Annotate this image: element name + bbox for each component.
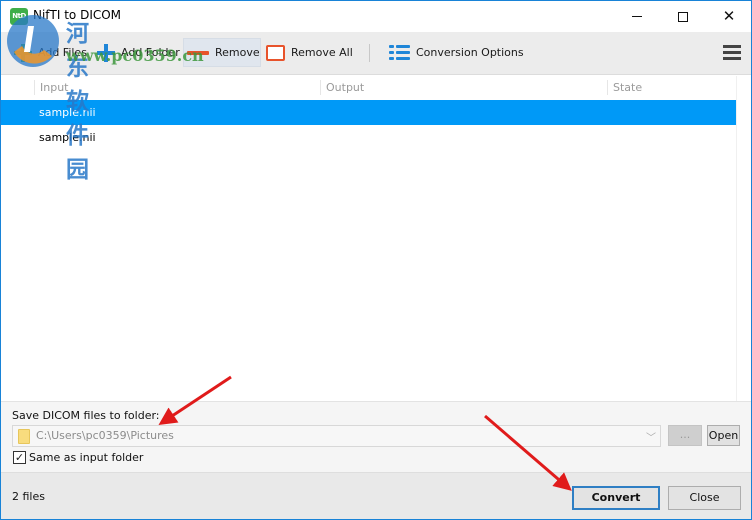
file-list-row[interactable]: sample.nii (1, 100, 736, 125)
maximize-icon (678, 11, 688, 22)
minus-red-icon (187, 50, 209, 55)
browse-button[interactable]: ... (668, 425, 702, 446)
open-folder-button[interactable]: Open (707, 425, 740, 446)
hamburger-menu-icon[interactable] (723, 45, 741, 61)
close-button[interactable]: Close (668, 486, 741, 510)
minimize-button[interactable] (614, 1, 660, 32)
close-icon: ✕ (722, 7, 736, 25)
app-logo-icon: NtD (10, 8, 28, 25)
status-footer: 2 files Convert Close (1, 472, 751, 519)
window-title: NifTI to DICOM (33, 8, 122, 22)
list-icon (389, 44, 410, 61)
output-folder-combobox[interactable]: C:\Users\pc0359\Pictures ﹀ (12, 425, 661, 447)
chevron-down-icon[interactable]: ﹀ (646, 429, 656, 444)
conversion-options-button[interactable]: Conversion Options (389, 38, 524, 67)
convert-button[interactable]: Convert (572, 486, 660, 510)
same-as-input-label[interactable]: Same as input folder (29, 451, 143, 464)
remove-button[interactable]: Remove (183, 38, 261, 67)
column-header-state[interactable]: State (607, 80, 642, 95)
toolbar: Add Files Add Folder Remove Remove All C… (1, 32, 751, 75)
list-scroll-edge (736, 76, 737, 401)
file-list[interactable]: Input Output State sample.nii sample.nii (1, 76, 751, 401)
column-header-output[interactable]: Output (320, 80, 364, 95)
add-folder-button[interactable]: Add Folder (97, 38, 180, 67)
title-bar: NtD NifTI to DICOM ✕ (1, 1, 751, 32)
save-folder-label: Save DICOM files to folder: (12, 409, 160, 422)
toolbar-divider (369, 44, 370, 62)
add-folder-label: Add Folder (121, 46, 180, 59)
folder-icon (18, 429, 30, 444)
add-files-button[interactable]: Add Files (14, 38, 87, 67)
square-red-icon (266, 44, 285, 61)
file-list-row[interactable]: sample.nii (1, 125, 736, 150)
maximize-button[interactable] (660, 1, 706, 32)
file-list-header: Input Output State (1, 76, 736, 98)
remove-all-button[interactable]: Remove All (266, 38, 353, 67)
minimize-icon (632, 16, 642, 17)
file-count-status: 2 files (12, 490, 45, 503)
plus-green-icon (14, 43, 32, 62)
close-window-button[interactable]: ✕ (706, 1, 752, 32)
row-input-cell: sample.nii (39, 131, 96, 144)
row-input-cell: sample.nii (39, 106, 96, 119)
same-as-input-checkbox[interactable]: ✓ (13, 451, 26, 464)
remove-label: Remove (215, 46, 260, 59)
app-window: NtD NifTI to DICOM ✕ Add Files Add Folde… (0, 0, 752, 520)
remove-all-label: Remove All (291, 46, 353, 59)
column-header-input[interactable]: Input (34, 80, 68, 95)
conversion-options-label: Conversion Options (416, 46, 524, 59)
add-files-label: Add Files (38, 46, 87, 59)
plus-blue-icon (97, 43, 115, 62)
output-folder-path: C:\Users\pc0359\Pictures (36, 429, 174, 442)
save-folder-panel: Save DICOM files to folder: C:\Users\pc0… (1, 401, 751, 472)
